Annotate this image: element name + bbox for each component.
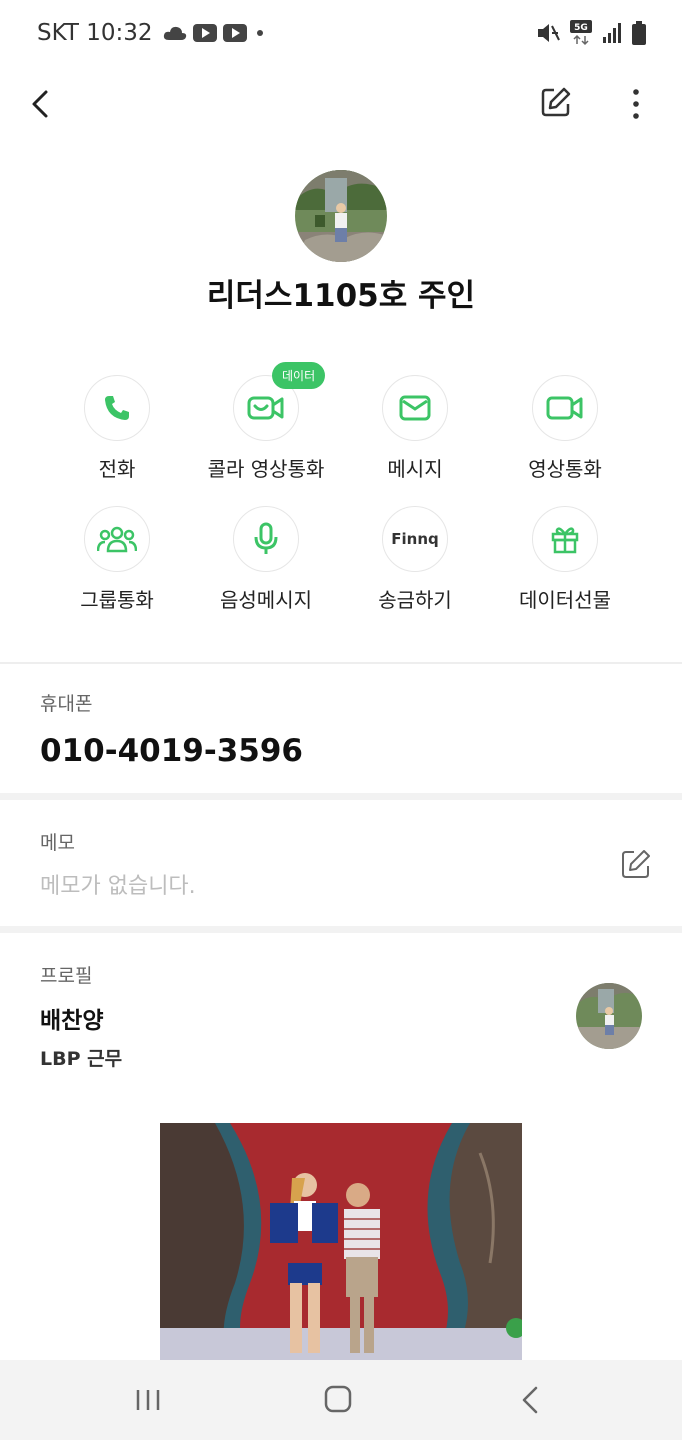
profile-avatar[interactable]: [576, 983, 642, 1049]
avatar[interactable]: [295, 170, 387, 262]
divider: [0, 926, 682, 933]
profile-photo-image: [160, 1123, 522, 1363]
video-icon: [546, 396, 583, 420]
signal-icon: [603, 23, 621, 43]
divider: [0, 662, 682, 664]
avatar-photo: [295, 170, 387, 262]
action-cola-video-call[interactable]: 데이터 콜라 영상통화: [191, 362, 341, 482]
app-bar: [0, 70, 682, 140]
memo-placeholder[interactable]: 메모가 없습니다.: [40, 868, 196, 900]
action-data-gift[interactable]: 데이터선물: [490, 506, 640, 613]
video-circle: [532, 375, 598, 441]
action-label: 메시지: [387, 457, 443, 481]
carrier: SKT: [37, 20, 79, 46]
edit-contact-button[interactable]: [540, 86, 572, 118]
gift-icon: [551, 527, 579, 554]
status-right: 5G: [536, 20, 646, 46]
youtube-icon: [222, 24, 247, 42]
profile-name: 배찬양: [40, 1008, 104, 1034]
dot-icon: [256, 30, 263, 36]
group-call-circle: [84, 506, 150, 572]
group-call-icon: [97, 526, 137, 553]
cola-video-circle: 데이터: [233, 362, 326, 441]
action-label: 영상통화: [528, 457, 602, 481]
battery-icon: [632, 21, 646, 45]
clock: 10:32: [86, 20, 153, 46]
action-message[interactable]: 메시지: [340, 375, 490, 482]
message-circle: [382, 375, 448, 441]
message-icon: [399, 395, 431, 421]
status-bar: SKT 10:32 5G: [0, 0, 682, 70]
action-label: 송금하기: [378, 588, 452, 612]
send-money-circle: Finnq: [382, 506, 448, 572]
cloud-icon: [163, 26, 186, 40]
call-circle: [84, 375, 150, 441]
svg-text:5G: 5G: [574, 23, 588, 33]
profile-work: LBP 근무: [40, 1048, 123, 1070]
data-badge: 데이터: [272, 362, 326, 389]
action-call[interactable]: 전화: [42, 375, 192, 482]
mute-icon: [538, 24, 560, 42]
action-group-call[interactable]: 그룹통화: [42, 506, 192, 613]
divider: [0, 793, 682, 800]
status-left: SKT 10:32: [37, 20, 267, 46]
action-video-call[interactable]: 영상통화: [490, 375, 640, 482]
home-button[interactable]: [318, 1382, 358, 1418]
video-call-icon: [247, 396, 284, 420]
system-nav-bar: [0, 1360, 682, 1440]
phone-icon: [105, 396, 129, 420]
memo-section-label: 메모: [40, 832, 75, 854]
action-send-money[interactable]: Finnq 송금하기: [340, 506, 490, 613]
home-icon: [324, 1385, 352, 1413]
phone-section-label: 휴대폰: [40, 693, 93, 715]
action-label: 콜라 영상통화: [207, 457, 325, 481]
recents-button[interactable]: [128, 1382, 168, 1418]
phone-number[interactable]: 010-4019-3596: [40, 733, 303, 769]
back-button[interactable]: [26, 86, 58, 122]
youtube-icon: [192, 24, 217, 42]
action-label: 그룹통화: [80, 588, 154, 612]
data-gift-circle: [532, 506, 598, 572]
finnq-logo: Finnq: [391, 530, 439, 548]
contact-name: 리더스1105호 주인: [206, 278, 476, 314]
voice-message-circle: [233, 506, 299, 572]
action-label: 음성메시지: [220, 588, 312, 612]
memo-edit-button[interactable]: [620, 848, 652, 880]
action-voice-message[interactable]: 음성메시지: [191, 506, 341, 613]
5g-icon: 5G: [570, 20, 592, 46]
avatar-photo: [576, 983, 642, 1049]
profile-photo[interactable]: [160, 1123, 522, 1363]
back-icon: [32, 90, 48, 118]
action-label: 전화: [98, 457, 136, 481]
more-options-button[interactable]: [622, 86, 650, 122]
profile-section-label: 프로필: [40, 965, 93, 987]
mic-icon: [254, 522, 278, 554]
edit-icon: [622, 850, 650, 878]
back-nav-icon: [522, 1386, 538, 1414]
action-label: 데이터선물: [519, 588, 611, 612]
more-icon: [633, 89, 639, 119]
nav-back-button[interactable]: [510, 1382, 550, 1418]
recents-icon: [136, 1390, 160, 1410]
edit-icon: [541, 87, 571, 117]
